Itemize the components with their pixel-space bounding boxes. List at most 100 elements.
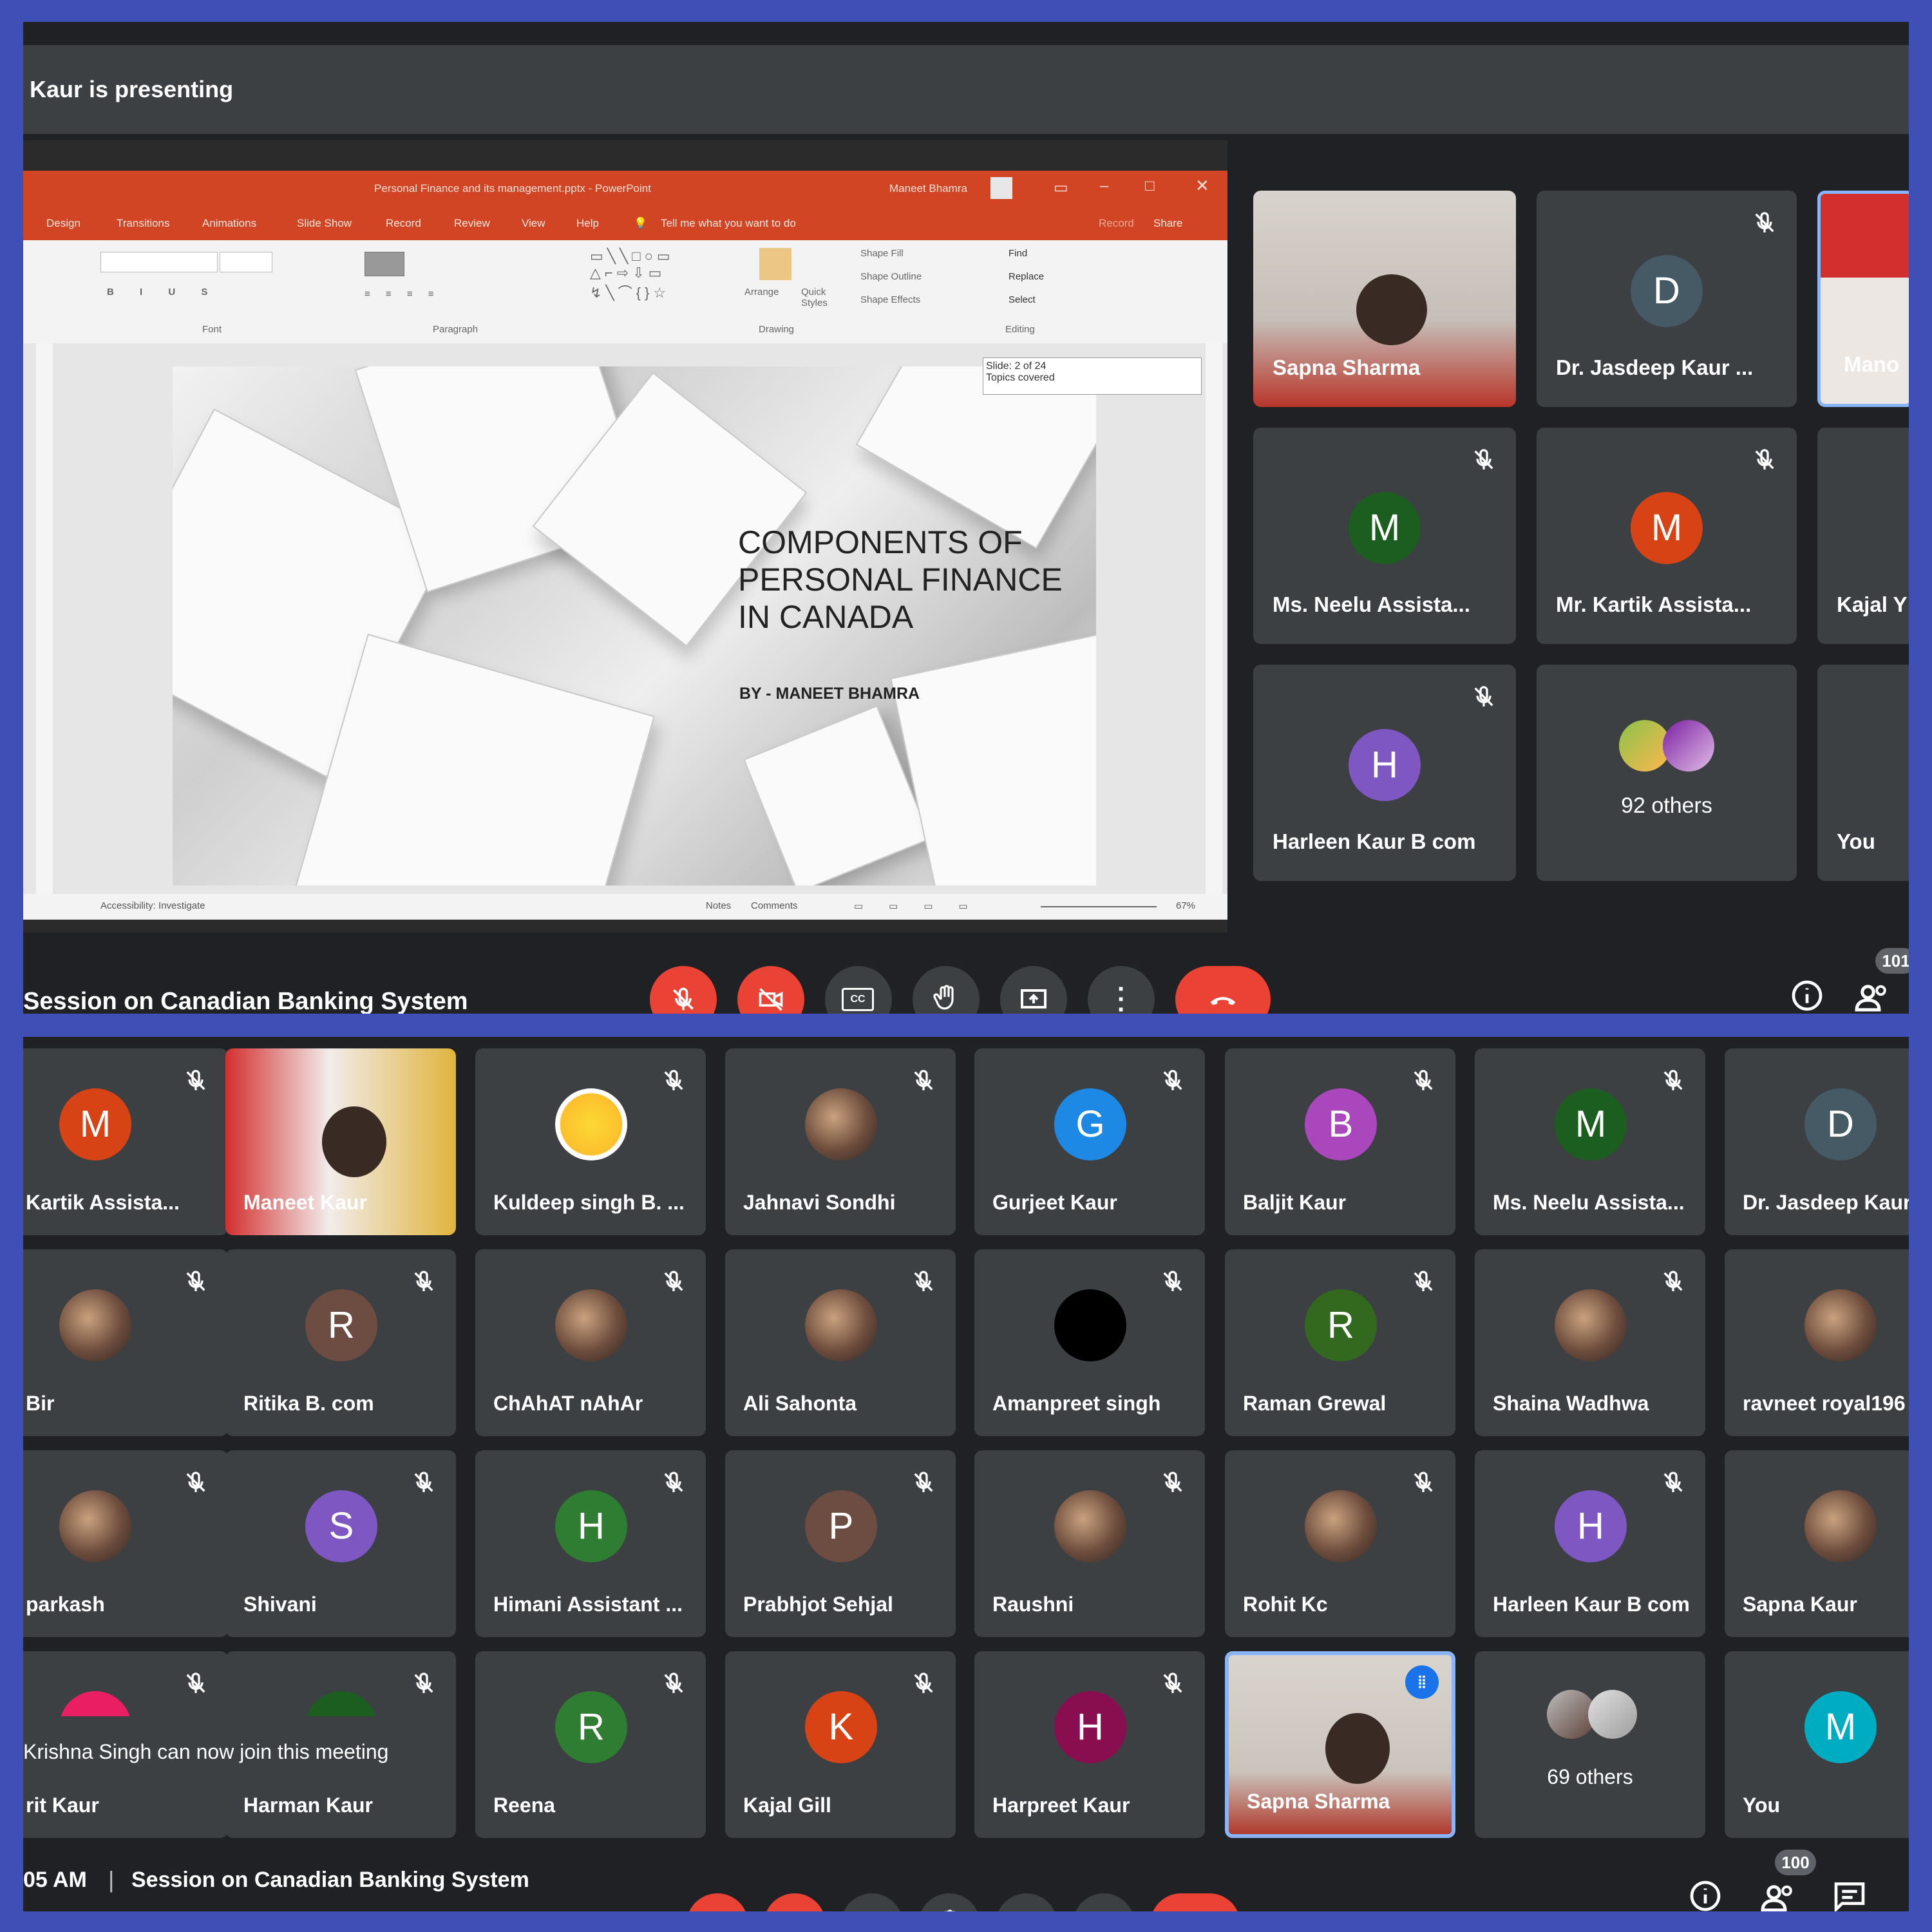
participant-tile[interactable]: R Reena [475, 1651, 706, 1838]
view-buttons[interactable]: ▭▭▭▭ [854, 900, 994, 912]
participant-tile[interactable]: Maneet Kaur [225, 1048, 456, 1235]
participant-tile[interactable]: R Raman Grewal [1225, 1249, 1455, 1436]
mic-off-icon [1163, 1672, 1182, 1693]
tab-transitions[interactable]: Transitions [117, 217, 170, 230]
tab-help[interactable]: Help [576, 217, 599, 230]
font-name-box[interactable] [100, 252, 218, 272]
participant-tile[interactable]: R Ritika B. com [225, 1249, 456, 1436]
people-icon[interactable] [1853, 978, 1892, 1014]
tab-view[interactable]: View [522, 217, 545, 230]
mic-toggle-button[interactable] [650, 966, 717, 1014]
right-scrollbar[interactable] [1206, 343, 1222, 894]
mic-off-icon [664, 1070, 683, 1090]
end-call-button[interactable] [1175, 966, 1271, 1014]
replace-button[interactable]: Replace [1009, 271, 1044, 282]
camera-toggle-button[interactable] [764, 1893, 826, 1911]
shape-outline-button[interactable]: Shape Outline [860, 271, 922, 282]
ribbon-display-icon[interactable]: ▭ [1054, 178, 1068, 197]
participant-tile[interactable]: Ali Sahonta [725, 1249, 956, 1436]
arrange-icon[interactable] [759, 248, 791, 280]
font-format-buttons[interactable]: B I U S [107, 287, 219, 298]
participant-tile[interactable]: M Mr. Kartik Assista... [1537, 428, 1797, 644]
tab-record[interactable]: Record [386, 217, 421, 230]
share-button[interactable]: Share [1153, 217, 1182, 230]
tell-me-search[interactable]: Tell me what you want to do [661, 217, 796, 230]
shape-fill-button[interactable]: Shape Fill [860, 248, 904, 259]
tab-slide-show[interactable]: Slide Show [297, 217, 352, 230]
participant-tile[interactable]: M Kartik Assista... [23, 1048, 228, 1235]
participant-tile[interactable]: Amanpreet singh [974, 1249, 1205, 1436]
arrange-button[interactable]: Arrange [744, 287, 779, 298]
font-size-box[interactable] [220, 252, 272, 272]
notes-button[interactable]: Notes [706, 900, 731, 911]
more-options-button[interactable]: ··· [1073, 1893, 1135, 1911]
meeting-time: 05 AM [23, 1868, 87, 1892]
participant-tile[interactable]: S Shivani [225, 1450, 456, 1637]
participant-tile[interactable]: parkash [23, 1450, 228, 1637]
close-icon[interactable]: ✕ [1195, 176, 1209, 196]
captions-button[interactable]: CC [825, 966, 892, 1014]
tab-animations[interactable]: Animations [202, 217, 256, 230]
ppt-file-title: Personal Finance and its management.pptx… [374, 182, 651, 194]
people-icon[interactable] [1759, 1878, 1798, 1911]
participant-tile[interactable]: Raushni [974, 1450, 1205, 1637]
meeting-info-icon[interactable] [1789, 978, 1825, 1014]
record-button[interactable]: Record [1099, 217, 1134, 230]
participant-tile[interactable]: H Harleen Kaur B com [1253, 665, 1516, 881]
participant-tile[interactable]: Rohit Kc [1225, 1450, 1455, 1637]
mic-toggle-button[interactable] [687, 1893, 748, 1911]
participant-tile[interactable]: H Harpreet Kaur [974, 1651, 1205, 1838]
participant-tile[interactable]: ravneet royal196 [1725, 1249, 1909, 1436]
participant-tile[interactable]: Sapna Kaur [1725, 1450, 1909, 1637]
participant-tile[interactable]: ChAhAT nAhAr [475, 1249, 706, 1436]
participant-tile[interactable]: M Ms. Neelu Assista... [1253, 428, 1516, 644]
select-button[interactable]: Select [1009, 294, 1036, 305]
captions-button[interactable]: CC [841, 1893, 903, 1911]
raise-hand-button[interactable] [913, 966, 980, 1014]
participant-tile[interactable]: K Kajal Gill [725, 1651, 956, 1838]
participant-tile[interactable]: D Dr. Jasdeep Kaur ... [1537, 191, 1797, 407]
restore-icon[interactable]: □ [1145, 177, 1155, 195]
find-button[interactable]: Find [1009, 248, 1027, 259]
tab-review[interactable]: Review [454, 217, 490, 230]
participant-tile[interactable]: B Baljit Kaur [1225, 1048, 1455, 1235]
participant-tile[interactable]: Shaina Wadhwa [1475, 1249, 1705, 1436]
quick-styles-button[interactable]: Quick Styles [801, 287, 840, 308]
participant-tile[interactable]: Sapna Sharma [1253, 191, 1516, 407]
comments-button[interactable]: Comments [751, 900, 798, 911]
shapes-gallery[interactable]: ▭╲╲□○▭ △⌐⇨⇩▭ ↯╲⌒{}☆ [590, 248, 674, 302]
others-tile[interactable]: 69 others [1475, 1651, 1705, 1838]
others-count: 69 others [1547, 1765, 1633, 1788]
others-tile[interactable]: 92 others [1537, 665, 1797, 881]
paragraph-control[interactable] [365, 252, 404, 276]
raise-hand-button[interactable] [918, 1893, 980, 1911]
participant-tile[interactable]: P Prabhjot Sehjal [725, 1450, 956, 1637]
self-tile[interactable]: You [1817, 665, 1909, 881]
participant-tile[interactable]: Jahnavi Sondhi [725, 1048, 956, 1235]
participant-tile[interactable]: H Harleen Kaur B com [1475, 1450, 1705, 1637]
participant-tile[interactable]: M You [1725, 1651, 1909, 1838]
participant-tile[interactable]: G Gurjeet Kaur [974, 1048, 1205, 1235]
present-button[interactable] [996, 1893, 1057, 1911]
zoom-slider[interactable] [1041, 906, 1157, 907]
participant-tile[interactable]: M Ms. Neelu Assista... [1475, 1048, 1705, 1235]
meeting-info-icon[interactable] [1687, 1878, 1723, 1911]
participant-tile[interactable]: Bir [23, 1249, 228, 1436]
shape-effects-button[interactable]: Shape Effects [860, 294, 920, 305]
accessibility-status[interactable]: Accessibility: Investigate [100, 900, 205, 911]
participant-tile[interactable]: Kajal Y [1817, 428, 1909, 644]
chat-icon[interactable] [1832, 1878, 1868, 1911]
participant-tile[interactable]: Kuldeep singh B. ... [475, 1048, 706, 1235]
left-scrollbar[interactable] [36, 343, 53, 894]
end-call-button[interactable] [1150, 1893, 1240, 1911]
minimize-icon[interactable]: – [1100, 177, 1108, 195]
participant-tile[interactable]: Mano [1817, 191, 1909, 407]
participant-tile[interactable]: H Himani Assistant ... [475, 1450, 706, 1637]
participant-tile[interactable]: D Dr. Jasdeep Kaur [1725, 1048, 1909, 1235]
present-button[interactable] [1000, 966, 1067, 1014]
align-buttons[interactable]: ≡ ≡ ≡ ≡ [365, 289, 440, 299]
tab-design[interactable]: Design [46, 217, 80, 230]
camera-toggle-button[interactable] [737, 966, 804, 1014]
participant-tile[interactable]: ⦙⦙ Sapna Sharma [1225, 1651, 1455, 1838]
more-options-button[interactable]: ··· [1088, 966, 1155, 1014]
